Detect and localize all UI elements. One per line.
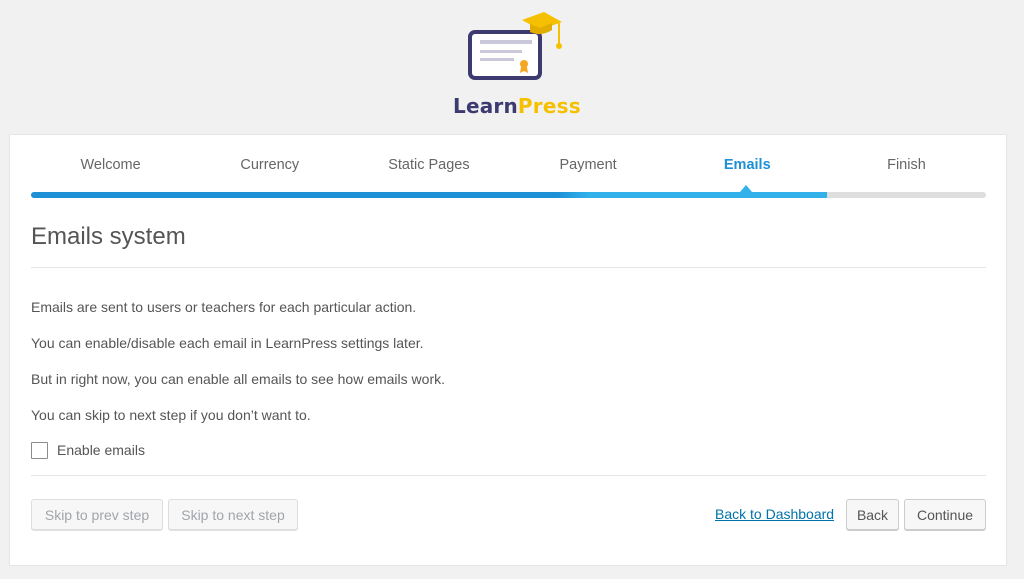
title-divider [31,267,986,268]
wizard-steps: Welcome Currency Static Pages Payment Em… [31,157,986,181]
back-button[interactable]: Back [846,499,899,530]
logo-wordmark: LearnPress [453,94,581,118]
back-to-dashboard-link[interactable]: Back to Dashboard [715,506,834,522]
description-paragraph: Emails are sent to users or teachers for… [31,299,417,315]
step-payment[interactable]: Payment [509,157,668,181]
step-static-pages[interactable]: Static Pages [349,157,508,181]
progress-bar [31,192,986,198]
description-paragraph: You can enable/disable each email in Lea… [31,335,424,351]
enable-emails-checkbox[interactable] [31,441,48,459]
logo-word-press: Press [517,94,581,118]
description-paragraph: But in right now, you can enable all ema… [31,371,445,387]
step-welcome[interactable]: Welcome [31,157,190,181]
graduation-certificate-icon [468,12,562,80]
logo-word-learn: Learn [453,94,518,118]
active-step-indicator [740,185,752,192]
progress-bar-fill [31,192,827,198]
page-title: Emails system [31,223,186,250]
learnpress-logo: LearnPress [448,6,581,118]
step-currency[interactable]: Currency [190,157,349,181]
enable-emails-label: Enable emails [57,442,145,458]
skip-next-step-button[interactable]: Skip to next step [168,499,298,530]
step-finish[interactable]: Finish [827,157,986,181]
continue-button[interactable]: Continue [904,499,986,530]
step-emails[interactable]: Emails [668,157,827,181]
description-paragraph: You can skip to next step if you don’t w… [31,407,311,423]
setup-wizard-card: Welcome Currency Static Pages Payment Em… [9,134,1007,566]
skip-prev-step-button[interactable]: Skip to prev step [31,499,163,530]
footer-divider [31,475,986,476]
enable-emails-option[interactable]: Enable emails [31,441,145,459]
